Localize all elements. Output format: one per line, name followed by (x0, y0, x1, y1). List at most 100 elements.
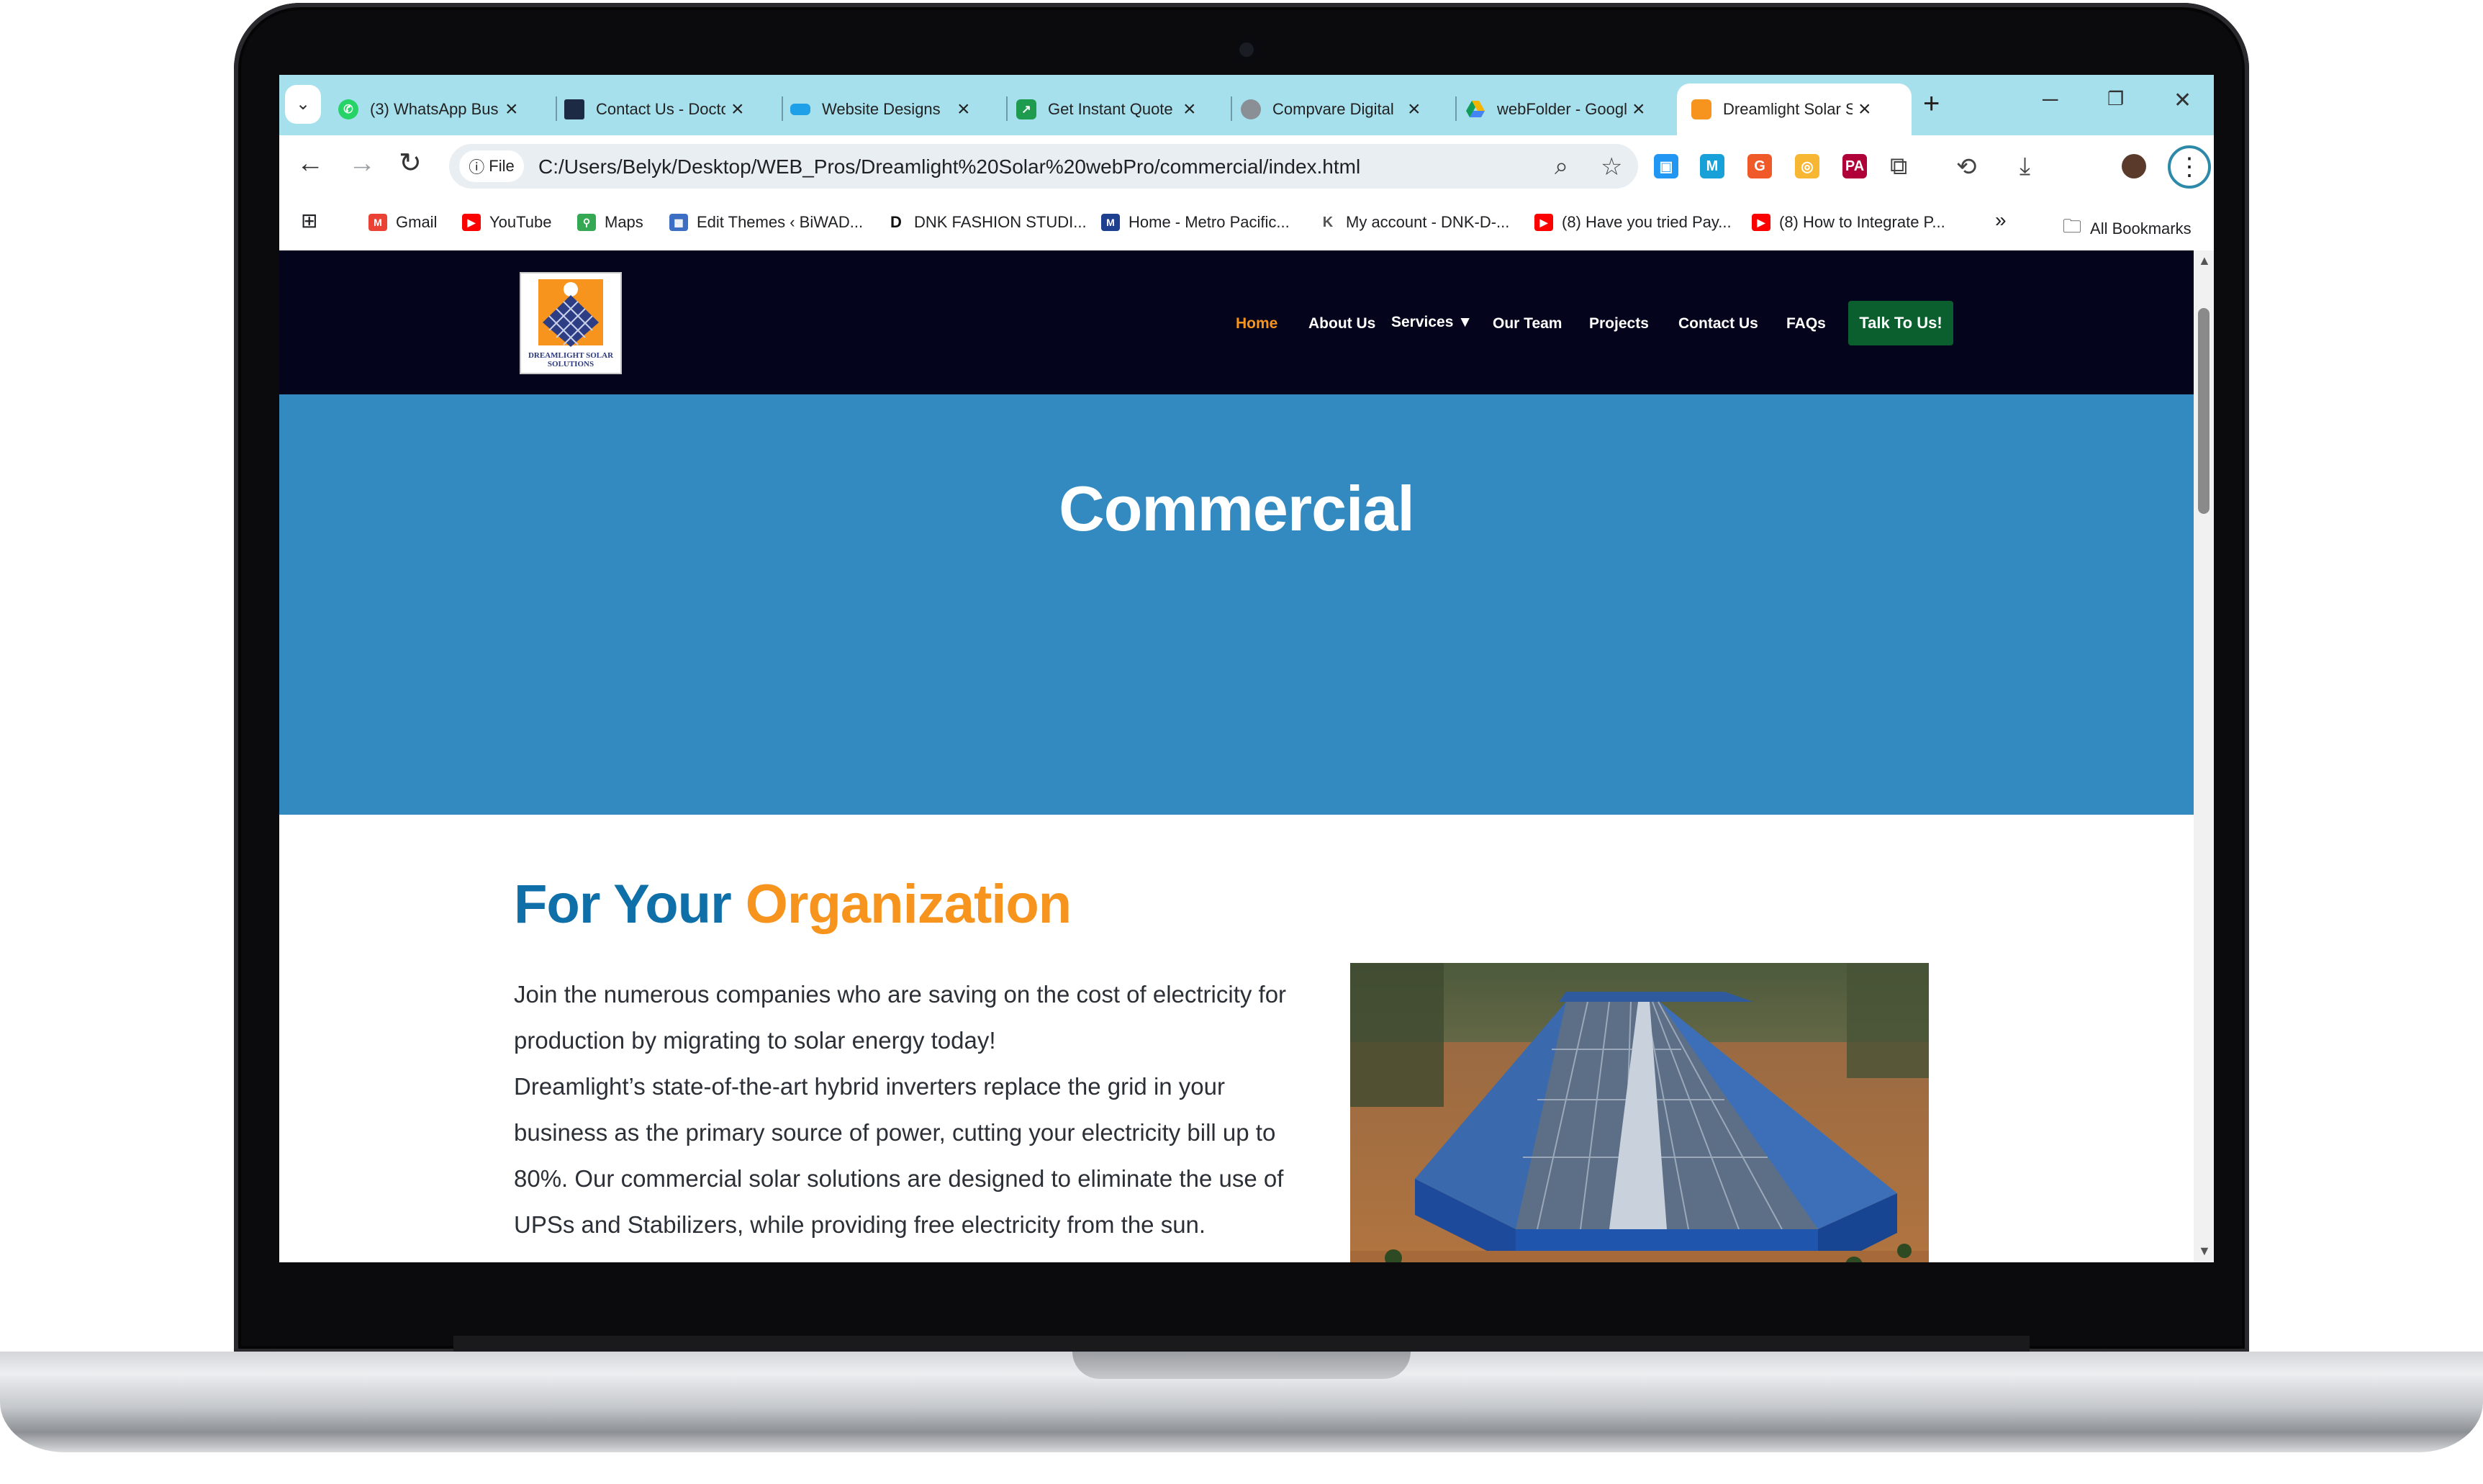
folder-icon: 🗀 (2063, 215, 2082, 237)
bookmark-star-icon[interactable]: ☆ (1601, 153, 1622, 181)
history-icon[interactable]: ⟲ (1956, 153, 1977, 181)
close-icon[interactable]: × (1632, 97, 1645, 122)
color-extension-icon[interactable]: ◎ (1795, 154, 1819, 178)
section-heading: For Your Organization (514, 873, 1072, 936)
site-header: DREAMLIGHT SOLAR SOLUTIONS Home About Us… (279, 250, 2194, 394)
tab-strip: ⌄ ✆ (3) WhatsApp Business × Contact Us -… (279, 75, 2214, 135)
logo-wordmark: DREAMLIGHT SOLAR SOLUTIONS (528, 351, 614, 368)
bookmark-youtube-pay[interactable]: ▶ (8) Have you tried Pay... (1534, 213, 1732, 232)
close-icon[interactable]: × (1858, 97, 1871, 122)
bookmark-label: (8) Have you tried Pay... (1562, 213, 1732, 231)
bookmark-label: (8) How to Integrate P... (1779, 213, 1945, 231)
tab-label: Get Instant Quote (1048, 100, 1173, 118)
nav-our-team[interactable]: Our Team (1493, 315, 1562, 332)
close-icon[interactable]: × (731, 97, 744, 122)
apps-grid-icon[interactable]: ⊞ (301, 209, 317, 232)
close-icon[interactable]: × (505, 97, 518, 122)
extensions-puzzle-icon[interactable]: ⧉ (1890, 153, 1907, 181)
back-icon[interactable]: ← (297, 148, 324, 179)
tab-whatsapp[interactable]: ✆ (3) WhatsApp Business × (324, 83, 548, 135)
tab-webfolder[interactable]: webFolder - Google Drive × (1451, 83, 1675, 135)
bookmark-gmail[interactable]: M Gmail (368, 213, 437, 232)
gmail-icon: M (368, 214, 387, 231)
chevron-down-icon: ⌄ (295, 94, 311, 114)
bookmark-youtube-integrate[interactable]: ▶ (8) How to Integrate P... (1752, 213, 1945, 232)
scroll-thumb[interactable] (2198, 308, 2210, 514)
dnk-icon: D (887, 213, 905, 231)
bookmark-metro-pacific[interactable]: M Home - Metro Pacific... (1101, 213, 1290, 232)
url-text[interactable]: C:/Users/Belyk/Desktop/WEB_Pros/Dreamlig… (538, 155, 1360, 178)
tab-website-designs[interactable]: Website Designs × (776, 83, 1000, 135)
heading-part-orange: Organization (745, 874, 1072, 935)
all-bookmarks-button[interactable]: 🗀 All Bookmarks (2063, 213, 2192, 245)
tab-label: Website Designs (822, 100, 941, 118)
site-icon (564, 99, 584, 119)
tab-instant-quote[interactable]: ↗ Get Instant Quote × (1002, 83, 1226, 135)
bookmarks-overflow-button[interactable]: » (1995, 209, 2007, 232)
pa-extension-icon[interactable]: PA (1842, 154, 1867, 178)
bookmark-label: Maps (605, 213, 643, 231)
close-icon[interactable]: × (1408, 97, 1421, 122)
webcam (1234, 37, 1259, 62)
bookmark-dnk-fashion[interactable]: D DNK FASHION STUDI... (887, 213, 1087, 232)
tab-search-button[interactable]: ⌄ (285, 85, 321, 124)
close-icon[interactable]: × (957, 97, 970, 122)
g-extension-icon[interactable]: G (1747, 154, 1772, 178)
tab-label: Compvare Digital (1272, 100, 1394, 118)
nav-home[interactable]: Home (1236, 315, 1277, 332)
nav-projects[interactable]: Projects (1589, 315, 1649, 332)
scroll-down-icon[interactable]: ▼ (2198, 1244, 2211, 1259)
whatsapp-icon: ✆ (338, 99, 358, 119)
drive-icon (1465, 99, 1485, 119)
youtube-icon: ▶ (1534, 214, 1553, 231)
sheets-icon: ↗ (1016, 99, 1036, 119)
forward-icon[interactable]: → (348, 148, 376, 179)
dreamlight-logo[interactable]: DREAMLIGHT SOLAR SOLUTIONS (520, 272, 622, 374)
laptop-screen: ⌄ ✆ (3) WhatsApp Business × Contact Us -… (279, 75, 2214, 1262)
new-tab-button[interactable]: + (1923, 88, 1940, 120)
bookmark-youtube[interactable]: ▶ YouTube (462, 213, 551, 232)
nav-contact-us[interactable]: Contact Us (1678, 315, 1758, 332)
close-icon[interactable]: × (1183, 97, 1196, 122)
restore-icon[interactable]: ❐ (2107, 88, 2124, 110)
info-icon: ⓘ (469, 158, 485, 176)
bookmark-label: YouTube (489, 213, 552, 231)
browser-menu-button[interactable]: ⋮ (2168, 145, 2211, 189)
tab-dreamlight-active[interactable]: Dreamlight Solar Solutions × (1677, 83, 1912, 135)
m-extension-icon[interactable]: M (1700, 154, 1724, 178)
nav-faqs[interactable]: FAQs (1786, 315, 1826, 332)
dreamlight-icon (1691, 99, 1711, 119)
profile-avatar[interactable] (2122, 154, 2146, 178)
bookmark-label: Edit Themes ‹ BiWAD... (697, 213, 864, 231)
laptop-opening-notch (1072, 1352, 1411, 1379)
bookmark-edit-themes[interactable]: ▦ Edit Themes ‹ BiWAD... (669, 213, 863, 232)
tab-contact-us[interactable]: Contact Us - Doctor × (550, 83, 774, 135)
bookmark-maps[interactable]: ⚲ Maps (577, 213, 643, 232)
minimize-icon[interactable]: ─ (2043, 88, 2058, 112)
tab-label: Dreamlight Solar Solutions (1723, 100, 1853, 118)
site-icon (790, 104, 810, 115)
scroll-up-icon[interactable]: ▲ (2198, 253, 2211, 268)
tab-label: (3) WhatsApp Business (370, 100, 499, 118)
bookmark-label: DNK FASHION STUDI... (914, 213, 1087, 231)
page-scrollbar[interactable]: ▲ ▼ (2194, 250, 2214, 1262)
nav-about-us[interactable]: About Us (1308, 315, 1375, 332)
screen-capture-extension-icon[interactable]: ▣ (1654, 154, 1678, 178)
nav-services-dropdown[interactable]: Services ▼ (1391, 314, 1473, 331)
close-window-icon[interactable]: ✕ (2174, 88, 2192, 113)
download-icon[interactable]: ⤓ (2020, 153, 2030, 181)
bookmark-label: Home - Metro Pacific... (1129, 213, 1290, 231)
talk-to-us-button[interactable]: Talk To Us! (1848, 301, 1953, 345)
tab-compvare[interactable]: Compvare Digital × (1226, 83, 1451, 135)
section-body: Join the numerous companies who are savi… (514, 972, 1320, 1248)
maps-icon: ⚲ (577, 214, 596, 231)
paragraph-details: Dreamlight’s state-of-the-art hybrid inv… (514, 1073, 1284, 1238)
site-info-chip[interactable]: ⓘ File (459, 150, 524, 182)
bookmark-dnk-account[interactable]: K My account - DNK-D-... (1319, 213, 1509, 232)
globe-icon (1241, 99, 1261, 119)
laptop-hinge (453, 1336, 2030, 1353)
zoom-icon[interactable]: ⌕ (1555, 153, 1568, 181)
logo-sun-panel-icon (538, 279, 603, 347)
reload-icon[interactable]: ↻ (399, 147, 422, 179)
tab-label: Contact Us - Doctor (596, 100, 725, 118)
